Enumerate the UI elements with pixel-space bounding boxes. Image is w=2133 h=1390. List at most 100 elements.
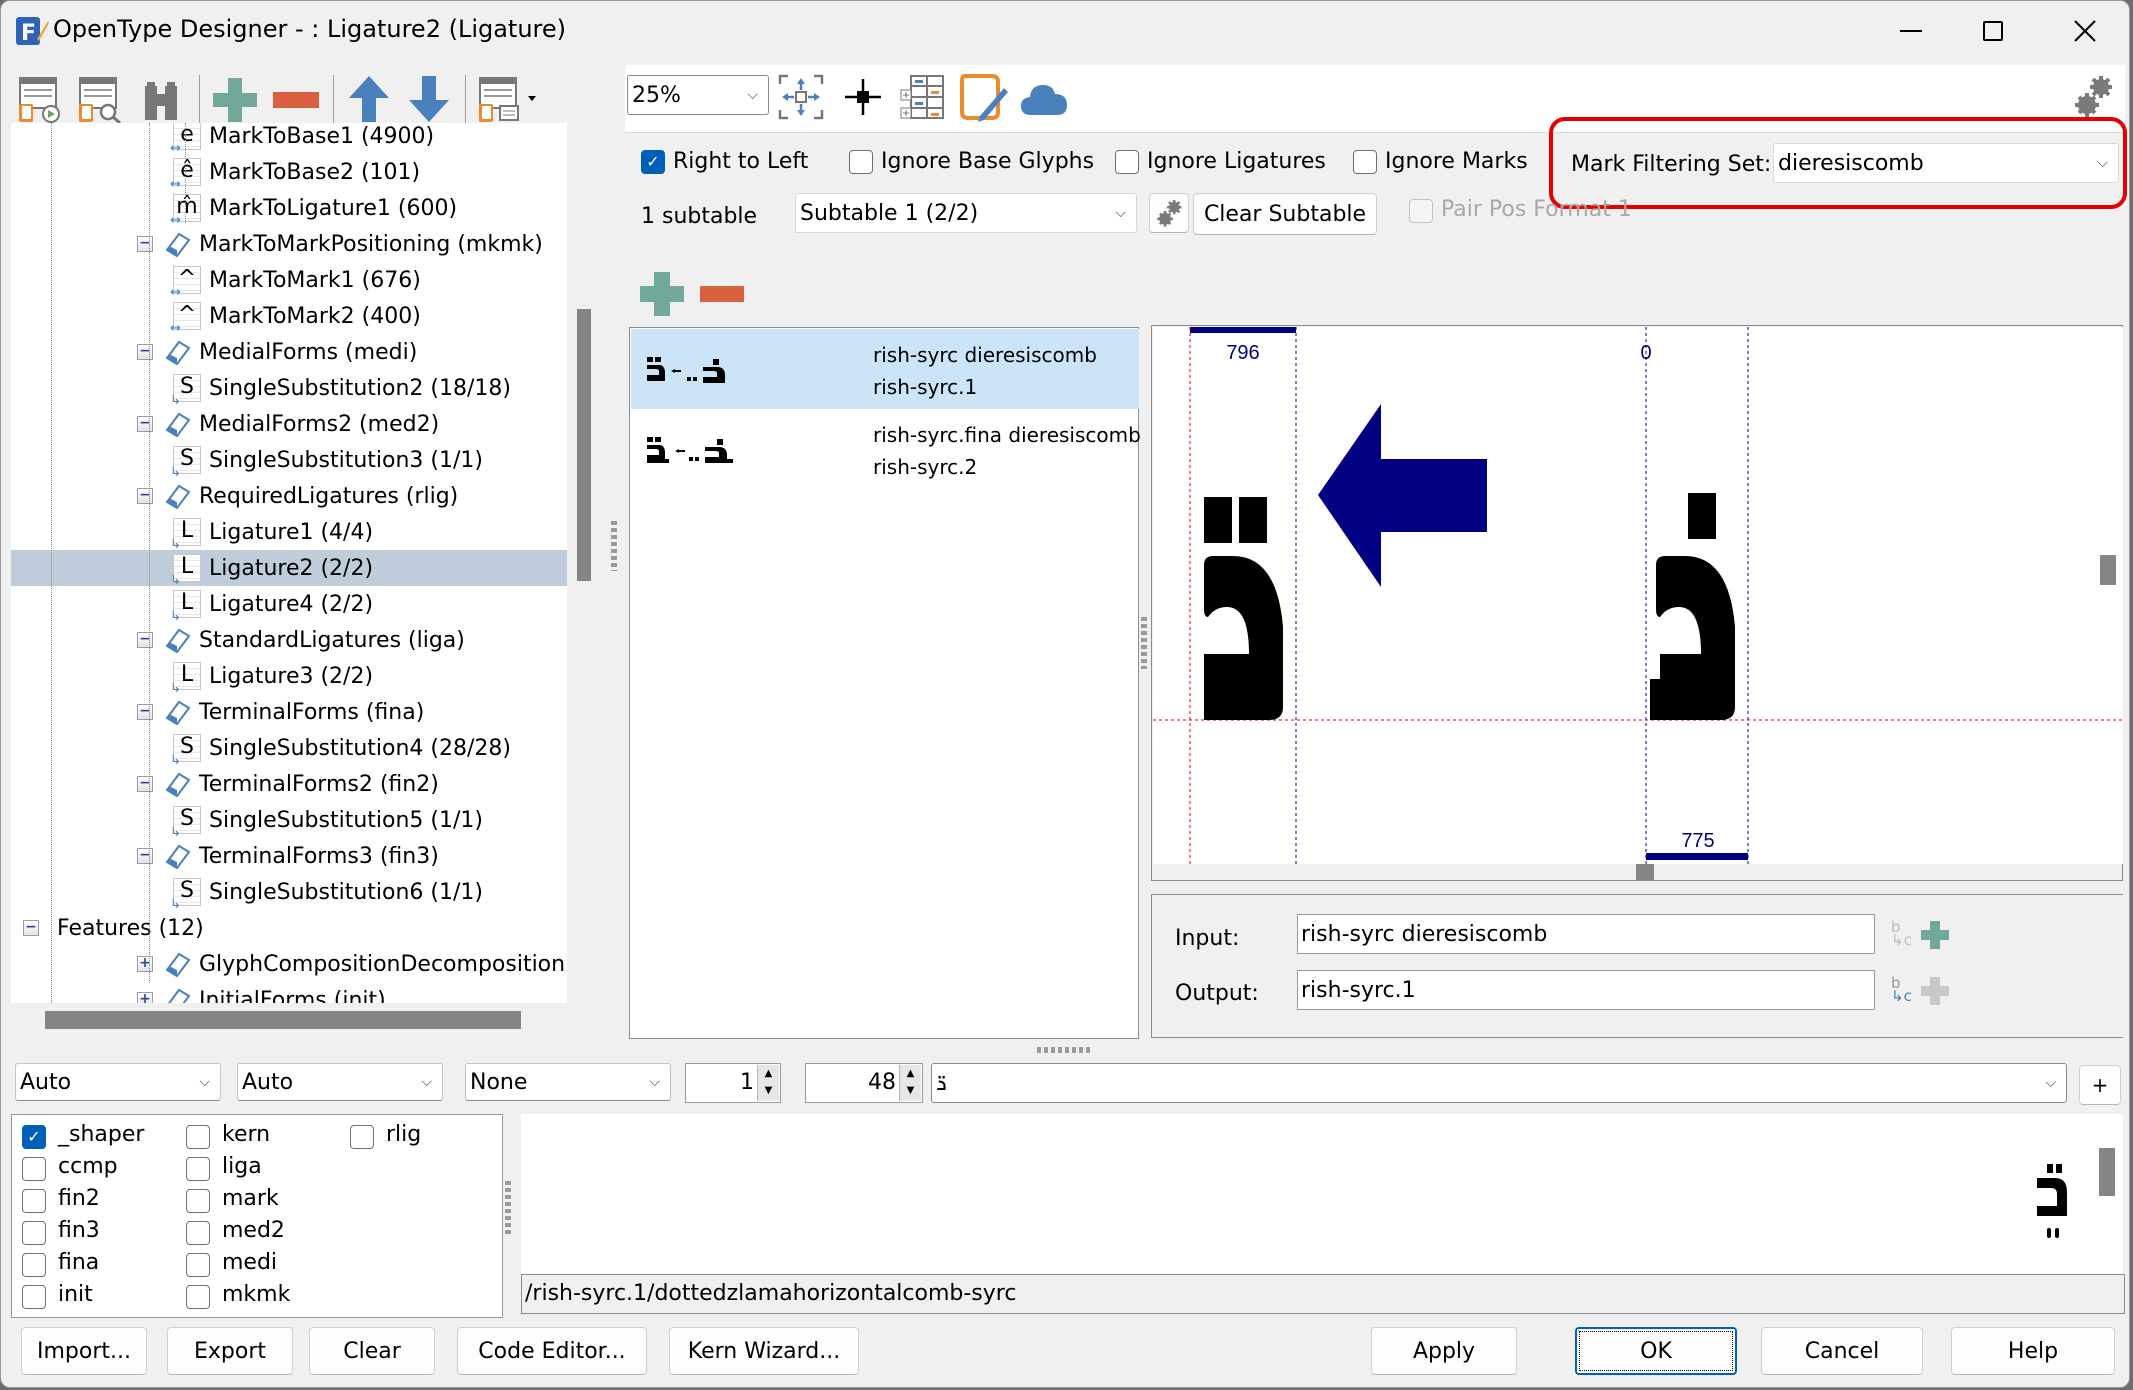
feature-checkbox[interactable] [22,1189,46,1213]
tree-item-feature[interactable]: − MarkToMarkPositioning (mkmk) [137,226,543,262]
feature-checkbox[interactable] [186,1189,210,1213]
preview-horizontal-scrollbar-thumb[interactable] [1636,864,1654,880]
settings-button[interactable] [2069,71,2117,121]
feature-checkbox[interactable] [186,1285,210,1309]
tree-item-lookup[interactable]: L ↳ Ligature3 (2/2) [170,658,373,695]
tree-item-feature[interactable]: − TerminalForms (fina) [137,694,424,730]
test-text-combo[interactable]: ܪ̈ ⌵ [931,1063,2067,1103]
subtable-select[interactable]: Subtable 1 (2/2) ⌵ [795,193,1137,233]
feature-checkbox[interactable] [22,1157,46,1181]
input-field[interactable]: rish-syrc dieresiscomb [1297,914,1875,954]
close-button[interactable] [2055,9,2115,53]
rule-row[interactable]: rish-syrc dieresiscomb rish-syrc.1 [631,329,1139,409]
feature-checkbox[interactable] [350,1125,374,1149]
feature-checkbox[interactable] [186,1157,210,1181]
remove-rule-button[interactable] [699,279,745,309]
pair-pos-format-checkbox[interactable] [1409,199,1433,223]
tree-item-feature[interactable]: − TerminalForms2 (fin2) [137,766,439,802]
collapse-icon[interactable]: − [137,344,153,360]
vertical-splitter-handle[interactable] [505,1181,511,1237]
feature-checkbox[interactable]: ✓ [22,1125,46,1149]
collapse-icon[interactable]: − [137,632,153,648]
feature-checkbox[interactable] [186,1221,210,1245]
options-dropdown-button[interactable] [477,75,541,125]
remove-lookup-button[interactable] [271,75,321,125]
zoom-level-select[interactable]: 25% ⌵ [627,75,769,115]
spinner-arrows-icon[interactable]: ▲ ▼ [757,1065,779,1101]
collapse-icon[interactable]: − [137,416,153,432]
export-button[interactable]: Export [167,1327,293,1375]
expand-icon[interactable]: + [137,992,153,1003]
preview-vertical-scrollbar-thumb[interactable] [2100,555,2116,585]
tree-vertical-scrollbar[interactable] [573,123,595,1003]
feature-checkbox[interactable] [22,1253,46,1277]
tree-horizontal-scrollbar[interactable] [11,1005,567,1031]
feature-checkbox[interactable] [186,1125,210,1149]
search-button[interactable] [137,77,185,125]
tree-item-feature[interactable]: + InitialForms (init) [137,982,386,1003]
tree-item-feature[interactable]: − MedialForms (medi) [137,334,417,370]
cloud-button[interactable] [1019,77,1069,119]
code-editor-button[interactable]: Code Editor... [457,1327,647,1375]
add-input-icon[interactable] [1921,921,1949,949]
spinner-arrows-icon[interactable]: ▲ ▼ [899,1065,921,1101]
tree-item-lookup[interactable]: S ↳ SingleSubstitution6 (1/1) [170,874,483,911]
horizontal-splitter-handle[interactable] [1037,1047,1091,1053]
vertical-splitter-handle[interactable] [611,521,617,571]
tree-item-feature[interactable]: − TerminalForms3 (fin3) [137,838,439,874]
apply-button[interactable]: Apply [1371,1327,1517,1375]
script-select[interactable]: Auto ⌵ [15,1063,221,1101]
glyph-table-button[interactable] [897,73,949,121]
ignore-base-glyphs-checkbox[interactable] [849,150,873,174]
tree-item-lookup[interactable]: S ↳ SingleSubstitution4 (28/28) [170,730,511,767]
collapse-icon[interactable]: − [137,704,153,720]
subtable-settings-button[interactable] [1149,193,1189,233]
feature-checkbox[interactable] [22,1221,46,1245]
crosshair-button[interactable] [839,73,887,121]
language-select[interactable]: Auto ⌵ [237,1063,443,1101]
scrollbar-thumb[interactable] [577,309,591,581]
tree-item-lookup[interactable]: m̂ ↔ MarkToLigature1 (600) [170,190,457,227]
feature-checklist[interactable]: ✓ _shaper ccmp fin2 fin3 fina init kern liga mark… [11,1114,503,1318]
clear-button[interactable]: Clear [309,1327,435,1375]
help-button[interactable]: Help [1951,1327,2115,1375]
feature-checkbox[interactable] [22,1285,46,1309]
tree-item-feature[interactable]: − MedialForms2 (med2) [137,406,439,442]
text-preview-area[interactable] [521,1114,2123,1274]
add-test-text-button[interactable]: + [2079,1065,2121,1105]
output-glyph-picker-icon[interactable]: b ↳c [1891,976,1912,1004]
rule-row[interactable]: rish-syrc.fina dieresiscomb rish-syrc.2 [631,409,1141,489]
find-in-feature-button[interactable] [77,75,125,125]
tree-item-lookup[interactable]: ê ↔ MarkToBase2 (101) [170,154,420,191]
tree-item-lookup[interactable]: L ↳ Ligature1 (4/4) [170,514,373,551]
move-up-button[interactable] [345,73,393,125]
kern-wizard-button[interactable]: Kern Wizard... [669,1327,859,1375]
import-button[interactable]: Import... [21,1327,147,1375]
tree-item-lookup[interactable]: e ↔ MarkToBase1 (4900) [170,123,434,155]
tree-item-lookup[interactable]: S ↳ SingleSubstitution2 (18/18) [170,370,511,407]
minimize-button[interactable] [1881,9,1941,53]
preview-scrollbar-thumb[interactable] [2099,1148,2115,1196]
count-spinner[interactable]: 1 ▲ ▼ [685,1063,781,1103]
ok-button[interactable]: OK [1575,1327,1737,1375]
scrollbar-thumb[interactable] [45,1011,521,1029]
tree-item-lookup[interactable]: L ↳ Ligature2 (2/2) [170,550,373,587]
tree-item-lookup[interactable]: ^ ↔ MarkToMark2 (400) [170,298,421,335]
maximize-button[interactable] [1963,9,2023,53]
direction-select[interactable]: None ⌵ [465,1063,671,1101]
clear-subtable-button[interactable]: Clear Subtable [1193,193,1377,235]
rule-list[interactable]: rish-syrc dieresiscomb rish-syrc.1 rish-… [629,327,1141,1039]
vertical-splitter-handle[interactable] [1141,617,1147,669]
import-feature-button[interactable] [17,75,65,125]
tree-item-lookup[interactable]: S ↳ SingleSubstitution3 (1/1) [170,442,483,479]
font-size-spinner[interactable]: 48 ▲ ▼ [805,1063,923,1103]
lookup-tree[interactable]: e ↔ MarkToBase1 (4900) ê ↔ MarkToBase2 (101) m… [11,123,567,1003]
expand-icon[interactable]: + [137,956,153,972]
ignore-ligatures-checkbox[interactable] [1115,150,1139,174]
cancel-button[interactable]: Cancel [1761,1327,1923,1375]
ignore-marks-checkbox[interactable] [1353,150,1377,174]
tree-item-feature[interactable]: + GlyphCompositionDecomposition (ccmp) [137,946,567,982]
fit-view-button[interactable] [777,73,825,121]
tree-item-feature[interactable]: − StandardLigatures (liga) [137,622,465,658]
collapse-icon[interactable]: − [137,776,153,792]
